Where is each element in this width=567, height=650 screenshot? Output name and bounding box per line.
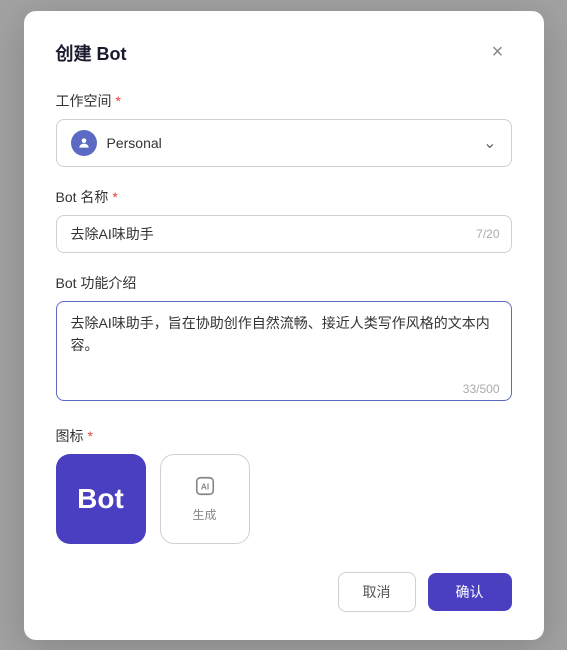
bot-name-section: Bot 名称 * 7/20 <box>56 187 512 253</box>
modal-footer: 取消 确认 <box>56 572 512 612</box>
bot-desc-section: Bot 功能介绍 去除AI味助手，旨在协助创作自然流畅、接近人类写作风格的文本内… <box>56 273 512 406</box>
icon-label: 图标 * <box>56 426 512 446</box>
ai-icon: AI <box>194 475 216 502</box>
required-star-icon: * <box>88 428 93 444</box>
svg-text:AI: AI <box>200 482 208 491</box>
selected-icon-text: Bot <box>77 483 124 515</box>
workspace-section: 工作空间 * Personal ⌄ <box>56 91 512 167</box>
chevron-down-icon: ⌄ <box>483 133 496 153</box>
workspace-name: Personal <box>107 135 162 151</box>
workspace-select[interactable]: Personal ⌄ <box>56 119 512 167</box>
icon-options: Bot AI 生成 <box>56 454 512 544</box>
generate-icon-button[interactable]: AI 生成 <box>160 454 250 544</box>
confirm-button[interactable]: 确认 <box>428 573 512 611</box>
bot-name-input[interactable] <box>56 215 512 253</box>
bot-name-label: Bot 名称 * <box>56 187 512 207</box>
modal-title: 创建 Bot <box>56 40 127 66</box>
modal-overlay: 创建 Bot × 工作空间 * Personal ⌄ <box>0 0 567 650</box>
selected-icon[interactable]: Bot <box>56 454 146 544</box>
bot-desc-label: Bot 功能介绍 <box>56 273 512 293</box>
bot-name-char-count: 7/20 <box>476 227 499 241</box>
workspace-select-left: Personal <box>71 130 162 156</box>
generate-icon-label: 生成 <box>192 506 216 523</box>
bot-desc-textarea-wrapper: 去除AI味助手，旨在协助创作自然流畅、接近人类写作风格的文本内容。 33/500 <box>56 301 512 406</box>
workspace-avatar-icon <box>71 130 97 156</box>
create-bot-modal: 创建 Bot × 工作空间 * Personal ⌄ <box>24 11 544 640</box>
required-star: * <box>116 93 121 109</box>
modal-header: 创建 Bot × <box>56 39 512 67</box>
bot-desc-char-count: 33/500 <box>463 382 500 396</box>
required-star-name: * <box>112 189 117 205</box>
cancel-button[interactable]: 取消 <box>338 572 416 612</box>
bot-desc-textarea[interactable]: 去除AI味助手，旨在协助创作自然流畅、接近人类写作风格的文本内容。 <box>56 301 512 401</box>
icon-section: 图标 * Bot AI 生成 <box>56 426 512 544</box>
close-button[interactable]: × <box>484 39 512 67</box>
workspace-label: 工作空间 * <box>56 91 512 111</box>
bot-name-input-wrapper: 7/20 <box>56 215 512 253</box>
